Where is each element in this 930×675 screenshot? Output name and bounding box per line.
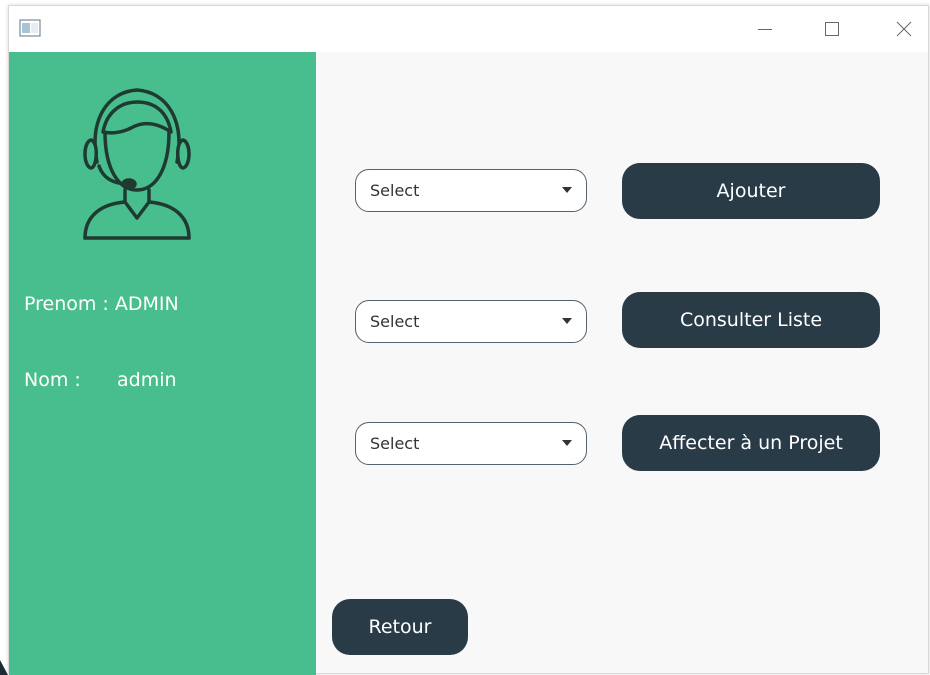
chevron-down-icon	[562, 318, 572, 324]
user-prenom-label: Prenom : ADMIN	[24, 293, 179, 315]
select-consulter[interactable]: Select	[355, 300, 587, 343]
window-corner-shadow	[0, 660, 8, 675]
title-bar	[9, 6, 928, 52]
select-value: Select	[370, 181, 420, 200]
close-button[interactable]	[881, 6, 927, 52]
retour-button[interactable]: Retour	[332, 599, 468, 655]
user-nom-label: Nom :	[24, 369, 81, 391]
support-agent-headset-icon	[83, 88, 191, 240]
user-nom-value: admin	[117, 369, 177, 391]
app-window-icon	[19, 19, 41, 37]
maximize-icon	[825, 22, 839, 36]
user-sidebar: Prenom : ADMIN Nom : admin	[9, 52, 316, 675]
close-icon	[896, 21, 912, 37]
minimize-button[interactable]	[742, 6, 788, 52]
minimize-icon	[758, 29, 772, 30]
select-value: Select	[370, 312, 420, 331]
select-value: Select	[370, 434, 420, 453]
consulter-liste-button[interactable]: Consulter Liste	[622, 292, 880, 348]
maximize-button[interactable]	[809, 6, 855, 52]
select-affecter[interactable]: Select	[355, 422, 587, 465]
ajouter-button[interactable]: Ajouter	[622, 163, 880, 219]
affecter-projet-button[interactable]: Affecter à un Projet	[622, 415, 880, 471]
app-window: Prenom : ADMIN Nom : admin Select Ajoute…	[8, 5, 929, 675]
select-ajouter[interactable]: Select	[355, 169, 587, 212]
chevron-down-icon	[562, 187, 572, 193]
chevron-down-icon	[562, 440, 572, 446]
